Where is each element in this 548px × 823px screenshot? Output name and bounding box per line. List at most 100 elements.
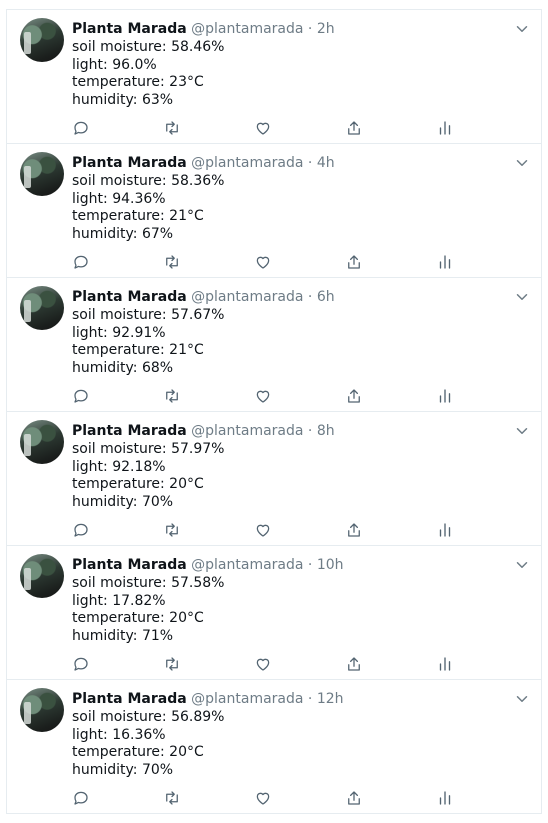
author-handle[interactable]: @plantamarada [191, 557, 303, 573]
reply-button[interactable] [71, 788, 91, 808]
avatar[interactable] [20, 152, 64, 196]
author-name[interactable]: Planta Marada [72, 21, 187, 37]
analytics-button[interactable] [435, 386, 455, 406]
reply-button[interactable] [71, 520, 91, 540]
tweet[interactable]: Planta Marada @plantamarada · 2h soil mo… [7, 10, 541, 144]
author-name[interactable]: Planta Marada [72, 155, 187, 171]
share-button[interactable] [344, 386, 364, 406]
header-separator: · [307, 557, 313, 573]
tweet[interactable]: Planta Marada @plantamarada · 4h soil mo… [7, 144, 541, 278]
retweet-button[interactable] [162, 520, 182, 540]
reply-button[interactable] [71, 386, 91, 406]
tweet-menu-button[interactable] [513, 288, 531, 306]
avatar[interactable] [20, 18, 64, 62]
reply-icon [74, 255, 88, 269]
like-button[interactable] [253, 520, 273, 540]
tweet-time[interactable]: 8h [317, 423, 335, 439]
heart-icon [256, 390, 270, 403]
like-button[interactable] [253, 118, 273, 138]
tweet-menu-button[interactable] [513, 422, 531, 440]
light-line: light: 94.36% [72, 190, 166, 207]
reply-button[interactable] [71, 252, 91, 272]
timeline: Planta Marada @plantamarada · 2h soil mo… [6, 9, 542, 814]
tweet[interactable]: Planta Marada @plantamarada · 8h soil mo… [7, 412, 541, 546]
author-handle[interactable]: @plantamarada [191, 21, 303, 37]
author-handle[interactable]: @plantamarada [191, 423, 303, 439]
author-name[interactable]: Planta Marada [72, 289, 187, 305]
share-button[interactable] [344, 520, 364, 540]
chevron-down-icon [516, 428, 528, 434]
tweet-time[interactable]: 10h [317, 557, 344, 573]
chevron-down-icon [516, 294, 528, 300]
tweet-time[interactable]: 12h [317, 691, 344, 707]
reply-icon [74, 121, 88, 135]
share-button[interactable] [344, 788, 364, 808]
soil-moisture-line: soil moisture: 58.36% [72, 173, 225, 189]
tweet[interactable]: Planta Marada @plantamarada · 12h soil m… [7, 680, 541, 814]
share-icon [348, 389, 360, 403]
chevron-down-icon [516, 26, 528, 32]
header-separator: · [307, 691, 313, 707]
tweet-menu-button[interactable] [513, 556, 531, 574]
retweet-button[interactable] [162, 654, 182, 674]
avatar[interactable] [20, 688, 64, 732]
author-handle[interactable]: @plantamarada [191, 289, 303, 305]
retweet-button[interactable] [162, 118, 182, 138]
analytics-button[interactable] [435, 654, 455, 674]
temperature-line: temperature: 21°C [72, 342, 204, 359]
reply-button[interactable] [71, 118, 91, 138]
like-button[interactable] [253, 252, 273, 272]
chevron-down-icon [516, 562, 528, 568]
heart-icon [256, 524, 270, 537]
tweet-text: soil moisture: 58.36% light: 94.36% temp… [72, 173, 224, 244]
author-name[interactable]: Planta Marada [72, 557, 187, 573]
tweet-menu-button[interactable] [513, 20, 531, 38]
avatar[interactable] [20, 286, 64, 330]
reply-icon [74, 389, 88, 403]
like-button[interactable] [253, 386, 273, 406]
analytics-icon [439, 791, 451, 805]
analytics-icon [439, 255, 451, 269]
retweet-icon [166, 791, 178, 805]
author-name[interactable]: Planta Marada [72, 423, 187, 439]
tweet-text: soil moisture: 57.58% light: 17.82% temp… [72, 575, 224, 646]
author-name[interactable]: Planta Marada [72, 691, 187, 707]
like-button[interactable] [253, 654, 273, 674]
retweet-icon [166, 121, 178, 135]
header-separator: · [307, 423, 313, 439]
author-handle[interactable]: @plantamarada [191, 155, 303, 171]
retweet-icon [166, 657, 178, 671]
analytics-button[interactable] [435, 252, 455, 272]
retweet-button[interactable] [162, 788, 182, 808]
retweet-button[interactable] [162, 386, 182, 406]
tweet-time[interactable]: 6h [317, 289, 335, 305]
avatar[interactable] [20, 420, 64, 464]
retweet-button[interactable] [162, 252, 182, 272]
reply-button[interactable] [71, 654, 91, 674]
avatar[interactable] [20, 554, 64, 598]
humidity-line: humidity: 71% [72, 628, 174, 645]
analytics-button[interactable] [435, 520, 455, 540]
tweet[interactable]: Planta Marada @plantamarada · 6h soil mo… [7, 278, 541, 412]
tweet-text: soil moisture: 57.67% light: 92.91% temp… [72, 307, 224, 378]
share-button[interactable] [344, 654, 364, 674]
tweet-time[interactable]: 4h [317, 155, 335, 171]
tweet-time[interactable]: 2h [317, 21, 335, 37]
tweet-menu-button[interactable] [513, 154, 531, 172]
author-handle[interactable]: @plantamarada [191, 691, 303, 707]
share-button[interactable] [344, 118, 364, 138]
humidity-line: humidity: 67% [72, 226, 174, 243]
tweet-header: Planta Marada @plantamarada · 10h [72, 556, 344, 574]
soil-moisture-line: soil moisture: 58.46% [72, 39, 225, 55]
analytics-button[interactable] [435, 788, 455, 808]
tweet[interactable]: Planta Marada @plantamarada · 10h soil m… [7, 546, 541, 680]
analytics-icon [439, 121, 451, 135]
like-button[interactable] [253, 788, 273, 808]
share-icon [348, 255, 360, 269]
humidity-line: humidity: 63% [72, 92, 174, 109]
share-button[interactable] [344, 252, 364, 272]
tweet-menu-button[interactable] [513, 690, 531, 708]
share-icon [348, 523, 360, 537]
header-separator: · [307, 289, 313, 305]
analytics-button[interactable] [435, 118, 455, 138]
